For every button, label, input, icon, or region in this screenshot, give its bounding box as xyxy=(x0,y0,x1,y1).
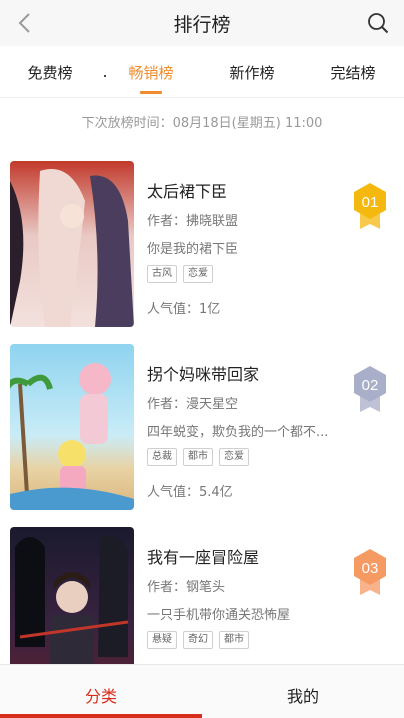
rank-badge-icon: 01 xyxy=(354,183,386,229)
nav-active-indicator xyxy=(0,714,202,718)
comic-author: 作者：漫天星空 xyxy=(147,397,239,412)
popularity-value: 人气值：1亿 xyxy=(147,302,221,317)
tag-list: 古风 恋爱 xyxy=(147,265,213,283)
tab-bestseller[interactable]: 畅销榜 xyxy=(111,62,191,83)
tab-free[interactable]: 免费榜 xyxy=(10,62,90,83)
search-icon[interactable] xyxy=(366,11,390,35)
page-title: 排行榜 xyxy=(173,14,231,36)
tab-new[interactable]: 新作榜 xyxy=(212,62,292,83)
divider-dot xyxy=(104,75,106,77)
comic-title: 太后裙下臣 xyxy=(147,182,228,201)
comic-cover-image[interactable] xyxy=(10,161,134,327)
tab-completed[interactable]: 完结榜 xyxy=(313,62,393,83)
rank-number: 03 xyxy=(362,560,379,577)
comic-cover-image[interactable] xyxy=(10,344,134,510)
comic-title: 我有一座冒险屋 xyxy=(147,548,260,567)
top-bar: 排行榜 xyxy=(0,0,404,46)
nav-mine[interactable]: 我的 xyxy=(202,683,404,707)
genre-tag: 都市 xyxy=(183,448,213,466)
comic-description: 你是我的裙下臣 xyxy=(147,242,239,257)
popularity-value: 人气值：5.4亿 xyxy=(147,485,233,500)
comic-author: 作者：拂晓联盟 xyxy=(147,214,239,229)
rank-number: 01 xyxy=(362,194,379,211)
rank-number: 02 xyxy=(362,377,379,394)
tag-list: 悬疑 奇幻 都市 xyxy=(147,631,249,649)
next-ranking-time: 下次放榜时间：08月18日(星期五) 11:00 xyxy=(81,116,323,131)
rank-item-1[interactable]: 太后裙下臣 作者：拂晓联盟 你是我的裙下臣 古风 恋爱 人气值：1亿 01 xyxy=(0,161,404,331)
comic-title: 拐个妈咪带回家 xyxy=(147,365,260,384)
genre-tag: 古风 xyxy=(147,265,177,283)
tag-list: 总裁 都市 恋爱 xyxy=(147,448,249,466)
nav-category[interactable]: 分类 xyxy=(0,683,202,707)
comic-description: 一只手机带你通关恐怖屋 xyxy=(147,608,291,623)
genre-tag: 恋爱 xyxy=(183,265,213,283)
genre-tag: 都市 xyxy=(219,631,249,649)
genre-tag: 恋爱 xyxy=(219,448,249,466)
rank-badge-icon: 03 xyxy=(354,549,386,595)
ranking-tabs: 免费榜 畅销榜 新作榜 完结榜 xyxy=(0,46,404,98)
bottom-navigation: 分类 我的 xyxy=(0,664,404,718)
active-tab-indicator xyxy=(140,91,162,94)
rank-item-2[interactable]: 拐个妈咪带回家 作者：漫天星空 四年蜕变，欺负我的一个都不... 总裁 都市 恋… xyxy=(0,344,404,514)
comic-description: 四年蜕变，欺负我的一个都不... xyxy=(147,425,327,440)
comic-author: 作者：钢笔头 xyxy=(147,580,226,595)
genre-tag: 奇幻 xyxy=(183,631,213,649)
rank-badge-icon: 02 xyxy=(354,366,386,412)
genre-tag: 悬疑 xyxy=(147,631,177,649)
genre-tag: 总裁 xyxy=(147,448,177,466)
